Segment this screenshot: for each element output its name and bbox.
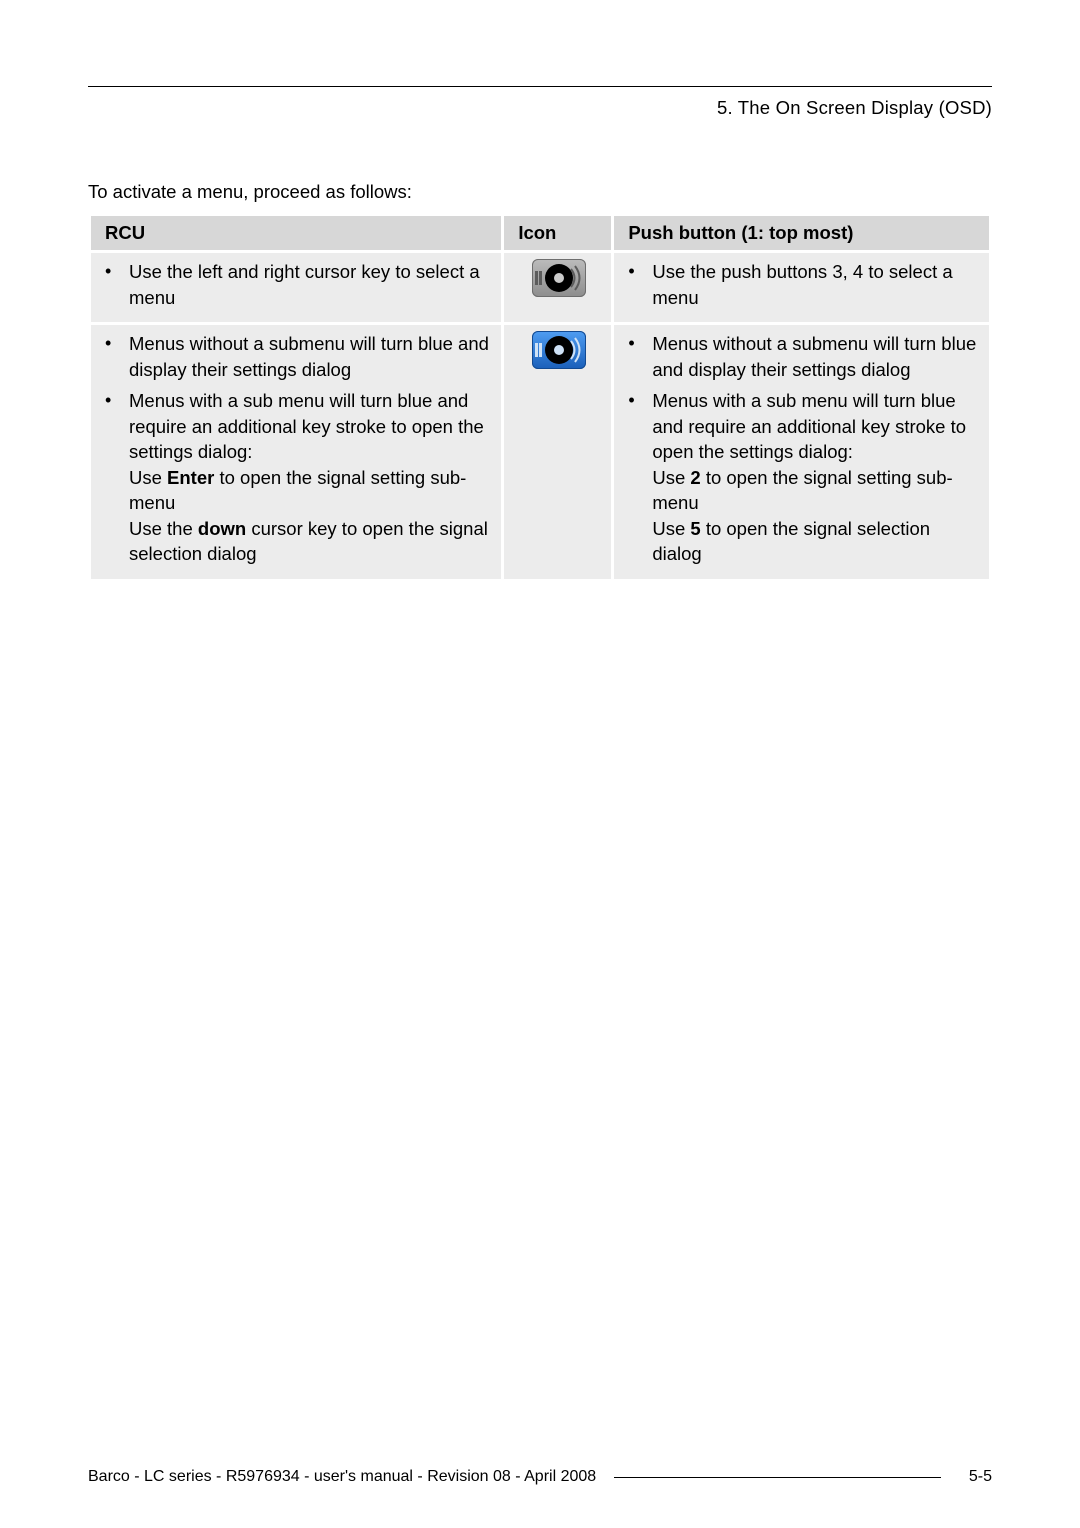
table-row: Menus without a submenu will turn blue a… [91,325,989,579]
push-cell: Use the push buttons 3, 4 to select a me… [614,253,989,322]
intro-text: To activate a menu, proceed as follows: [88,181,992,203]
page: 5. The On Screen Display (OSD) To activa… [0,0,1080,1528]
push-cell: Menus without a submenu will turn blue a… [614,325,989,579]
col-header-push: Push button (1: top most) [614,216,989,250]
footer-page-number: 5-5 [969,1468,992,1486]
header-rule [88,86,992,87]
bold-2: 2 [690,467,700,488]
text: Use [652,467,690,488]
bold-enter: Enter [167,467,214,488]
menu-activation-table: RCU Icon Push button (1: top most) Use t… [88,213,992,582]
remote-icon-blue-icon [532,331,586,369]
text: Use [129,467,167,488]
footer-left: Barco - LC series - R5976934 - user's ma… [88,1468,596,1486]
text: Menus with a sub menu will turn blue and… [652,390,966,462]
col-header-icon: Icon [504,216,611,250]
icon-cell [504,253,611,322]
bold-down: down [198,518,246,539]
text: Menus with a sub menu will turn blue and… [129,390,484,462]
list-item: Use the push buttons 3, 4 to select a me… [628,259,977,310]
remote-icon-grey-icon [532,259,586,297]
list-item: Menus without a submenu will turn blue a… [628,331,977,382]
list-item: Menus with a sub menu will turn blue and… [105,388,489,567]
bold-5: 5 [690,518,700,539]
list-item: Use the left and right cursor key to sel… [105,259,489,310]
list-item: Menus with a sub menu will turn blue and… [628,388,977,567]
icon-cell [504,325,611,579]
header-section-title: 5. The On Screen Display (OSD) [88,97,992,119]
text: Use [652,518,690,539]
rcu-cell: Use the left and right cursor key to sel… [91,253,501,322]
text: Use the [129,518,198,539]
rcu-cell: Menus without a submenu will turn blue a… [91,325,501,579]
list-item: Menus without a submenu will turn blue a… [105,331,489,382]
table-row: Use the left and right cursor key to sel… [91,253,989,322]
col-header-rcu: RCU [91,216,501,250]
table-header-row: RCU Icon Push button (1: top most) [91,216,989,250]
page-footer: Barco - LC series - R5976934 - user's ma… [88,1468,992,1486]
footer-rule [614,1477,941,1478]
